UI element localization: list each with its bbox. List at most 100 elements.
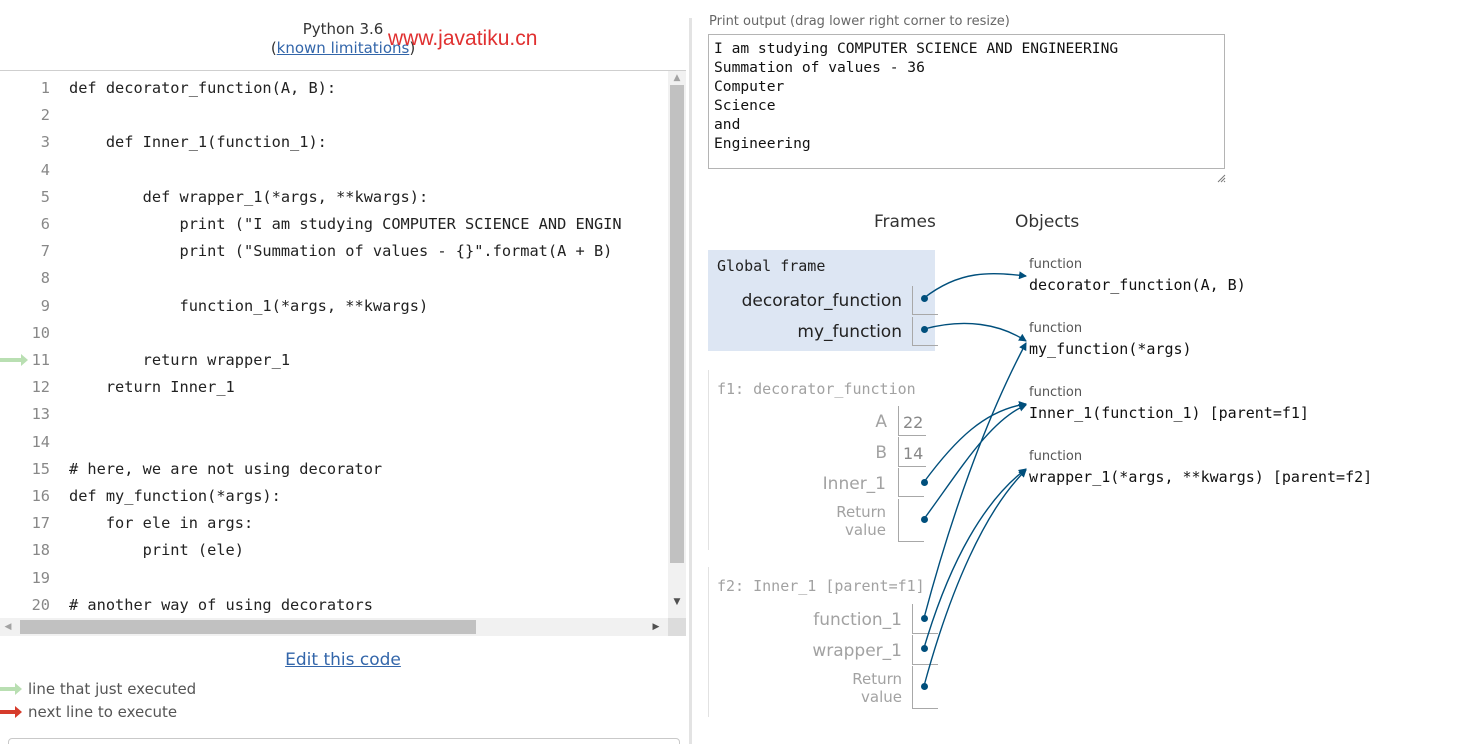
line-number[interactable]: 5 — [0, 184, 50, 211]
pointer-dot — [921, 615, 928, 622]
line-number[interactable]: 17 — [0, 510, 50, 537]
code-editor[interactable]: 1 def decorator_function(A, B): 2 3 def Inn… — [0, 71, 668, 618]
line-number[interactable]: 11 — [0, 347, 50, 374]
object-decorator-function: decorator_function(A, B) — [1029, 276, 1246, 294]
vertical-scrollbar[interactable]: ▲ ▼ — [668, 71, 686, 618]
scroll-up-icon[interactable]: ▲ — [668, 71, 686, 85]
code-line[interactable]: 3 def Inner_1(function_1): — [0, 129, 668, 156]
pointer-dot — [921, 516, 928, 523]
pointer-dot — [921, 683, 928, 690]
pointer-dot — [921, 479, 928, 486]
value-label: value — [845, 521, 886, 539]
code-line[interactable]: 17 for ele in args: — [0, 510, 668, 537]
arrow-decorator-function — [923, 271, 1027, 299]
return-label: Return — [836, 503, 886, 521]
print-output-box[interactable]: I am studying COMPUTER SCIENCE AND ENGIN… — [708, 34, 1225, 169]
var-cell — [898, 499, 924, 542]
global-frame-title: Global frame — [717, 257, 826, 275]
code-line[interactable]: 1 def decorator_function(A, B): — [0, 75, 668, 102]
line-number[interactable]: 16 — [0, 483, 50, 510]
frames-heading: Frames — [874, 212, 936, 232]
arrow-my-function — [923, 322, 1027, 342]
object-type-label: function — [1029, 321, 1083, 336]
var-decorator-function: decorator_function — [741, 291, 902, 311]
line-number[interactable]: 3 — [0, 129, 50, 156]
code-line[interactable]: 2 — [0, 102, 668, 129]
horizontal-scrollbar[interactable]: ◀ ▶ — [0, 618, 668, 636]
line-number[interactable]: 19 — [0, 565, 50, 592]
value-label: value — [861, 688, 902, 706]
line-number[interactable]: 4 — [0, 157, 50, 184]
arrow-function-1 — [923, 342, 1027, 619]
frame-f2-title: f2: Inner_1 [parent=f1] — [717, 577, 925, 595]
line-number[interactable]: 20 — [0, 592, 50, 618]
output-line: I am studying COMPUTER SCIENCE AND ENGIN… — [714, 40, 1119, 57]
code-line[interactable]: 7 print ("Summation of values - {}".form… — [0, 238, 668, 265]
line-number[interactable]: 6 — [0, 211, 50, 238]
code-pane: Python 3.6 (known limitations) www.javat… — [0, 0, 686, 744]
green-arrow-icon — [0, 683, 22, 695]
frame-f1-title: f1: decorator_function — [717, 380, 916, 398]
vertical-scroll-thumb[interactable] — [670, 85, 684, 563]
line-number[interactable]: 2 — [0, 102, 50, 129]
pane-divider[interactable] — [689, 18, 692, 744]
code-line[interactable]: 6 print ("I am studying COMPUTER SCIENCE… — [0, 211, 668, 238]
code-line[interactable]: 9 function_1(*args, **kwargs) — [0, 293, 668, 320]
var-A: A — [875, 412, 887, 432]
code-line[interactable]: 12 return Inner_1 — [0, 374, 668, 401]
var-my-function: my_function — [797, 322, 902, 342]
pointer-dot — [921, 295, 928, 302]
code-line[interactable]: 14 — [0, 429, 668, 456]
code-line[interactable]: 11 return wrapper_1 — [0, 347, 668, 374]
line-number[interactable]: 10 — [0, 320, 50, 347]
line-number[interactable]: 1 — [0, 75, 50, 102]
resize-grip-icon[interactable] — [1217, 174, 1226, 183]
code-text: return wrapper_1 — [69, 351, 291, 369]
object-type-label: function — [1029, 449, 1083, 464]
code-line[interactable]: 5 def wrapper_1(*args, **kwargs): — [0, 184, 668, 211]
scroll-down-icon[interactable]: ▼ — [668, 595, 686, 609]
line-number[interactable]: 7 — [0, 238, 50, 265]
code-text: def wrapper_1(*args, **kwargs): — [69, 187, 429, 206]
code-line[interactable]: 13 — [0, 401, 668, 428]
var-function-1: function_1 — [813, 610, 902, 630]
code-line[interactable]: 15 # here, we are not using decorator — [0, 456, 668, 483]
frame-f1-border — [708, 370, 709, 550]
legend-next-line-label: next line to execute — [28, 703, 178, 721]
line-number[interactable]: 13 — [0, 401, 50, 428]
code-text: for ele in args: — [69, 514, 254, 533]
var-wrapper-1: wrapper_1 — [812, 641, 902, 661]
line-number[interactable]: 8 — [0, 265, 50, 292]
code-line[interactable]: 4 — [0, 157, 668, 184]
pointer-dot — [921, 645, 928, 652]
code-text: print (ele) — [69, 541, 244, 560]
edit-code-link[interactable]: Edit this code — [0, 650, 686, 670]
line-number[interactable]: 18 — [0, 537, 50, 564]
arrow-wrapper-1 — [923, 468, 1027, 649]
arrow-f1-return — [923, 404, 1027, 520]
scroll-left-icon[interactable]: ◀ — [0, 618, 16, 636]
objects-heading: Objects — [1015, 212, 1080, 232]
limitations-line: (known limitations) — [0, 39, 686, 57]
line-number[interactable]: 12 — [0, 374, 50, 401]
return-label: Return — [852, 670, 902, 688]
frame-f2-border — [708, 567, 709, 717]
line-number[interactable]: 14 — [0, 429, 50, 456]
output-line: and — [714, 116, 741, 133]
var-Inner-1: Inner_1 — [822, 474, 886, 494]
line-number[interactable]: 15 — [0, 456, 50, 483]
code-text: function_1(*args, **kwargs) — [69, 296, 429, 315]
legend-just-executed-label: line that just executed — [28, 680, 197, 698]
horizontal-scroll-thumb[interactable] — [20, 620, 476, 634]
code-line[interactable]: 8 — [0, 265, 668, 292]
code-line[interactable]: 10 — [0, 320, 668, 347]
step-slider[interactable] — [8, 738, 680, 744]
scroll-right-icon[interactable]: ▶ — [648, 618, 664, 636]
line-number[interactable]: 9 — [0, 293, 50, 320]
object-type-label: function — [1029, 257, 1083, 272]
code-line[interactable]: 16 def my_function(*args): — [0, 483, 668, 510]
code-line[interactable]: 20 # another way of using decorators — [0, 592, 668, 618]
output-line: Science — [714, 97, 776, 114]
code-line[interactable]: 18 print (ele) — [0, 537, 668, 564]
code-line[interactable]: 19 — [0, 565, 668, 592]
